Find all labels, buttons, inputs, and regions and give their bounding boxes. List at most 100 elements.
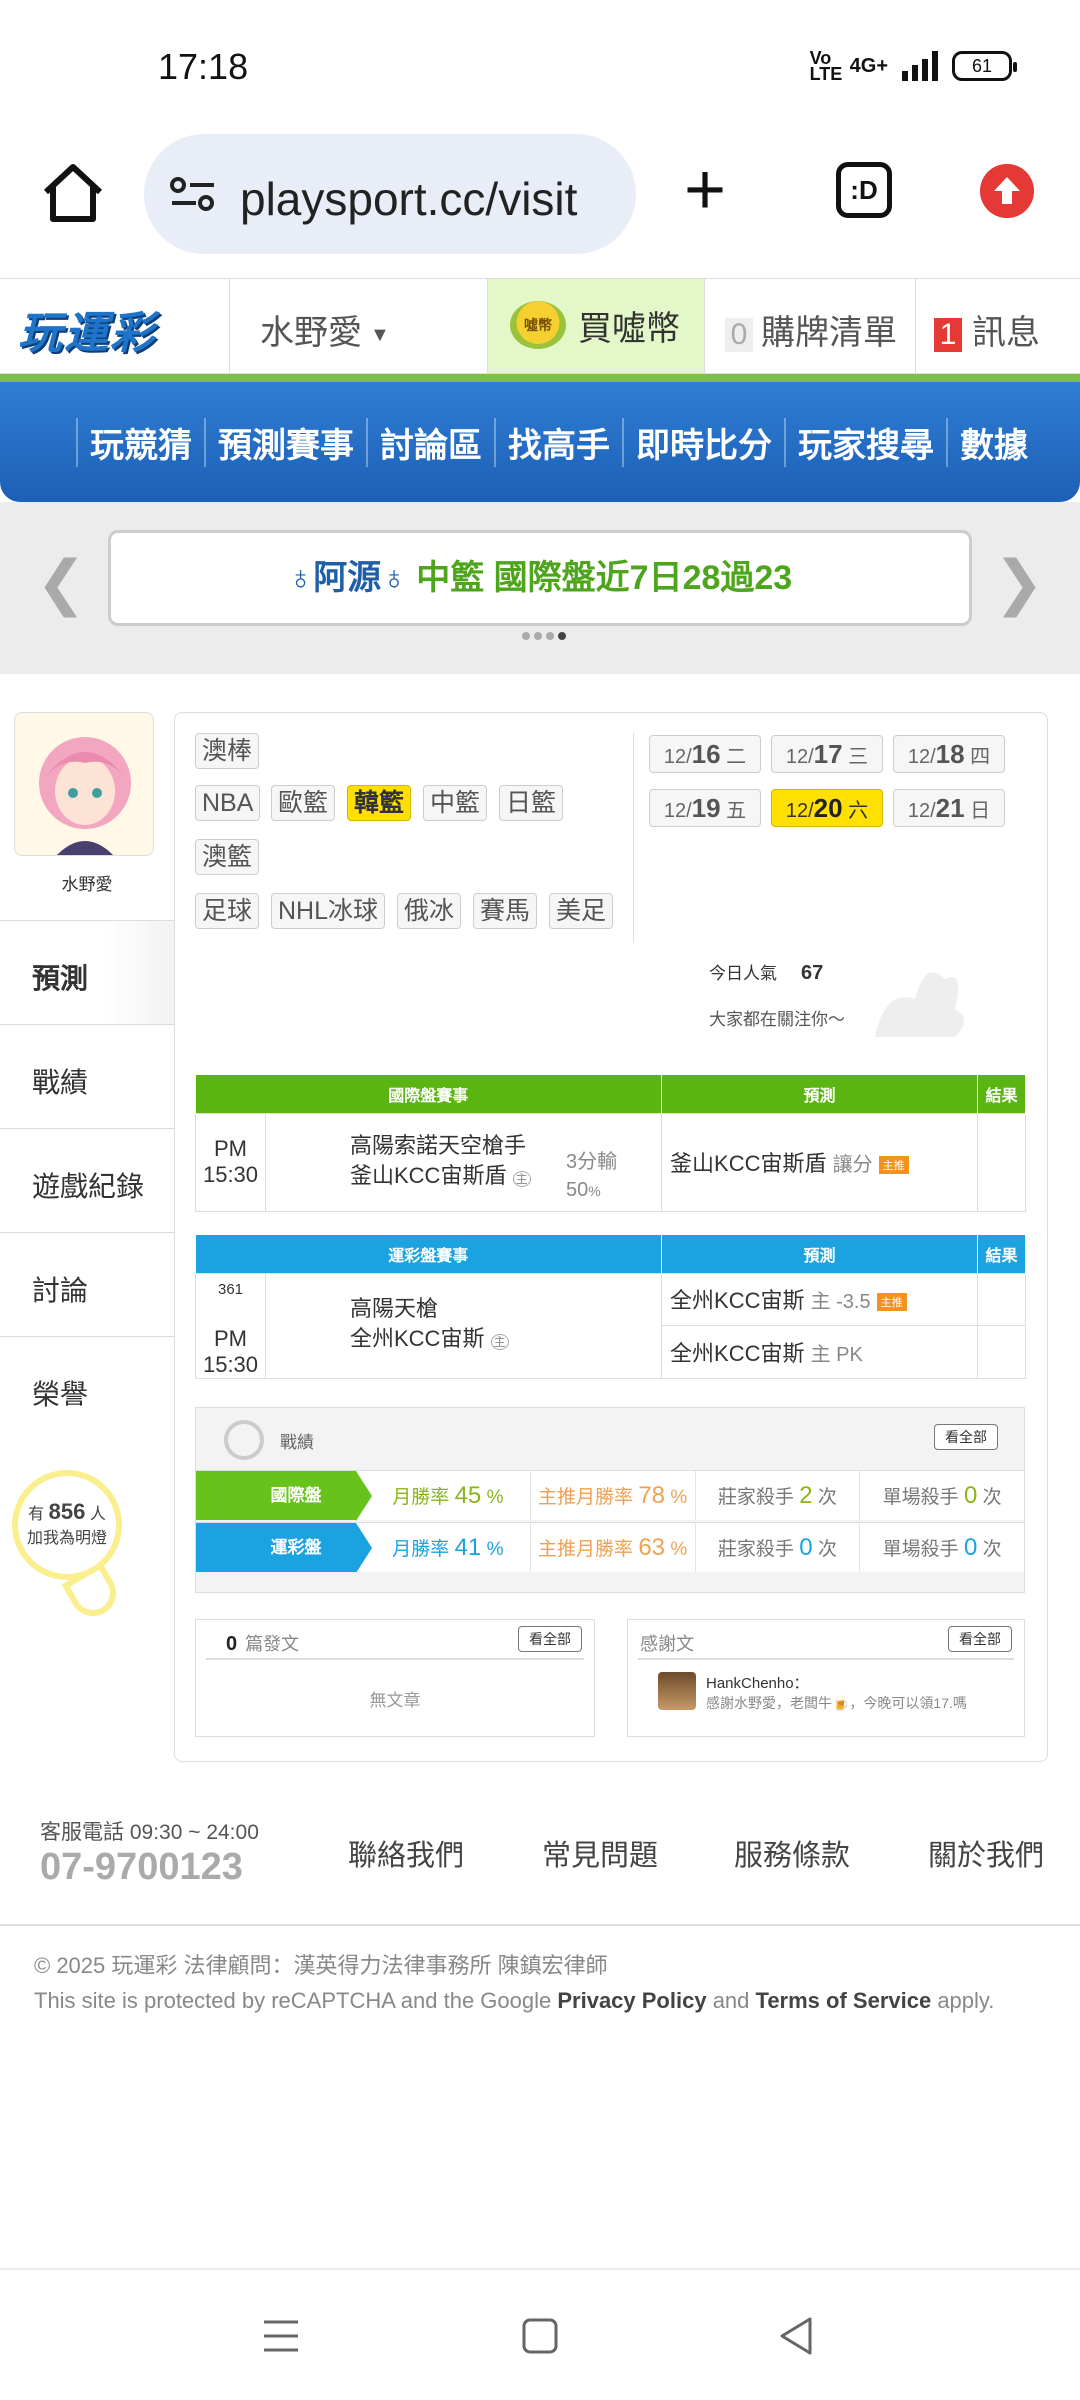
main-pick-badge: 主推: [876, 1293, 907, 1312]
battery-icon: 61: [952, 51, 1017, 81]
category-tag[interactable]: NBA: [195, 785, 261, 821]
new-tab-icon[interactable]: +: [684, 154, 726, 226]
site-logo[interactable]: 玩運彩: [0, 279, 230, 375]
site-settings-icon[interactable]: [170, 176, 216, 212]
prediction-cell: 全州KCC宙斯 主 PK: [661, 1325, 979, 1379]
home-team: 釜山KCC宙斯盾: [350, 1162, 507, 1188]
nav-item-guess[interactable]: 玩競猜: [76, 417, 204, 467]
category-tag[interactable]: 俄冰: [397, 893, 462, 929]
category-tag[interactable]: 美足: [549, 893, 614, 929]
result-cell: [977, 1272, 1027, 1326]
date-tab[interactable]: 12/21 日: [893, 789, 1005, 827]
avatar-image: [15, 713, 153, 855]
privacy-link[interactable]: Privacy Policy: [557, 1988, 706, 2013]
nav-item-player-search[interactable]: 玩家搜尋: [784, 417, 946, 467]
category-tag[interactable]: 澳棒: [195, 733, 260, 769]
follow-bulb-button[interactable]: 有 856 人 加我為明燈: [12, 1470, 122, 1580]
chevron-left-icon[interactable]: ❮: [36, 548, 86, 618]
profile-username: 水野愛: [61, 875, 113, 894]
update-icon[interactable]: [980, 164, 1034, 218]
thanks-user: HankChenho：: [706, 1675, 809, 1692]
category-tag[interactable]: 中籃: [423, 785, 488, 821]
nav-item-data[interactable]: 數據: [946, 417, 1040, 467]
avatar: [658, 1672, 696, 1710]
intl-prediction-table: 國際盤賽事 預測 結果 PM 15:30 高陽索諾天空槍手 釜山KCC宙斯盾 主…: [195, 1075, 1027, 1212]
category-tag[interactable]: 足球: [195, 893, 260, 929]
home-nav-icon[interactable]: [522, 2318, 558, 2354]
matchup: 高陽天槍 全州KCC宙斯 主: [264, 1272, 663, 1379]
messages-button[interactable]: 1 訊息: [916, 279, 1080, 373]
stats-row-label: 運彩盤: [196, 1523, 372, 1573]
category-tag[interactable]: 澳籃: [195, 839, 260, 875]
date-tab-selected[interactable]: 12/20 六: [771, 789, 883, 827]
game-time: PM 15:30: [195, 1112, 266, 1212]
stats-panel: 戰績 看全部 國際盤 月勝率 45 % 主推月勝率 78 % 莊家殺手 2 次 …: [195, 1407, 1025, 1593]
result-cell: [977, 1325, 1027, 1379]
popularity-counter: 今日人氣 67: [709, 962, 824, 984]
status-icons: Vo LTE 4G+ 61: [810, 49, 1017, 83]
posts-box: 0 篇發文 看全部 無文章: [195, 1619, 595, 1737]
view-all-thanks-button[interactable]: 看全部: [948, 1626, 1012, 1652]
follower-count: 856: [48, 1499, 86, 1524]
footer-link-terms[interactable]: 服務條款: [734, 1832, 850, 1874]
menu-item-honor[interactable]: 榮譽: [0, 1336, 174, 1440]
category-tag-selected[interactable]: 韓籃: [347, 785, 412, 821]
date-tab[interactable]: 12/19 五: [649, 789, 761, 827]
stat-cell: 月勝率 45 %: [392, 1482, 504, 1509]
menu-icon[interactable]: [262, 2318, 300, 2354]
back-icon[interactable]: [778, 2316, 814, 2356]
network-type: 4G+: [849, 54, 888, 77]
stat-cell: 月勝率 41 %: [392, 1534, 504, 1561]
service-hours: 客服電話 09:30 ~ 24:00: [40, 1821, 259, 1844]
avatar[interactable]: [14, 712, 154, 856]
column-header: 國際盤賽事: [195, 1075, 663, 1113]
nav-item-predict[interactable]: 預測賽事: [204, 417, 366, 467]
away-team: 高陽天槍: [350, 1296, 439, 1321]
service-phone[interactable]: 07-9700123: [40, 1846, 243, 1889]
date-tab[interactable]: 12/17 三: [771, 735, 883, 773]
url-bar[interactable]: playsport.cc/visit: [144, 134, 636, 254]
category-tag[interactable]: 歐籃: [271, 785, 336, 821]
buy-coin-button[interactable]: 噓幣 買噓幣: [488, 279, 704, 373]
tab-switcher-button[interactable]: :D: [836, 162, 892, 218]
target-icon: [224, 1420, 264, 1460]
carousel-dots: [522, 632, 566, 640]
nav-item-experts[interactable]: 找高手: [494, 417, 622, 467]
cart-button[interactable]: 0 購牌清單: [704, 279, 916, 373]
stat-cell: 莊家殺手 2 次: [694, 1471, 860, 1520]
category-tag[interactable]: NHL冰球: [271, 893, 386, 929]
menu-item-record[interactable]: 戰績: [0, 1024, 174, 1128]
footer-link-faq[interactable]: 常見問題: [542, 1832, 658, 1874]
empty-state: 無文章: [369, 1691, 421, 1710]
column-header: 運彩盤賽事: [195, 1235, 663, 1273]
nav-item-livescore[interactable]: 即時比分: [622, 417, 784, 467]
menu-item-predict[interactable]: 預測: [0, 920, 174, 1024]
matchup: 高陽索諾天空槍手 釜山KCC宙斯盾 主 3分輸 50%: [264, 1112, 663, 1212]
home-mark: 主: [490, 1334, 509, 1350]
menu-item-game-log[interactable]: 遊戲紀錄: [0, 1128, 174, 1232]
home-icon[interactable]: [40, 160, 106, 226]
date-tab[interactable]: 12/16 二: [649, 735, 761, 773]
chevron-right-icon[interactable]: ❯: [994, 548, 1044, 618]
table-row: PM 15:30 高陽索諾天空槍手 釜山KCC宙斯盾 主 3分輸 50% 釜山KC…: [195, 1112, 1027, 1212]
prediction-cell: 釜山KCC宙斯盾 讓分 主推: [661, 1112, 979, 1212]
menu-item-discussion[interactable]: 討論: [0, 1232, 174, 1336]
stat-cell: 單場殺手 0 次: [859, 1471, 1024, 1520]
message-count-badge: 1: [934, 318, 962, 352]
prediction-panel: 澳棒 NBA 歐籃 韓籃 中籃 日籃 澳籃 足球 NHL冰球 俄冰 賽馬 美足 …: [174, 712, 1048, 1762]
ticker-carousel: ❮ ♁阿源♁ 中籃 國際盤近7日28過23 ❯: [0, 502, 1080, 674]
footer-link-about[interactable]: 關於我們: [928, 1832, 1044, 1874]
category-tag[interactable]: 日籃: [499, 785, 564, 821]
footer-link-contact[interactable]: 聯絡我們: [348, 1832, 464, 1874]
date-tab[interactable]: 12/18 四: [893, 735, 1005, 773]
terms-link[interactable]: Terms of Service: [756, 1988, 932, 2013]
thanks-item[interactable]: HankChenho： 感謝水野愛，老闆牛🍺，今晚可以領17.嗎: [658, 1672, 967, 1713]
user-dropdown[interactable]: 水野愛 ▼: [230, 279, 488, 373]
stat-cell: 莊家殺手 0 次: [694, 1523, 860, 1572]
ticker-item[interactable]: ♁阿源♁ 中籃 國際盤近7日28過23: [108, 530, 972, 626]
category-tag[interactable]: 賽馬: [473, 893, 538, 929]
view-all-button[interactable]: 看全部: [934, 1424, 998, 1450]
nav-item-forum[interactable]: 討論區: [366, 417, 494, 467]
ticker-text: 中籃 國際盤近7日28過23: [416, 559, 793, 597]
view-all-posts-button[interactable]: 看全部: [518, 1626, 582, 1652]
